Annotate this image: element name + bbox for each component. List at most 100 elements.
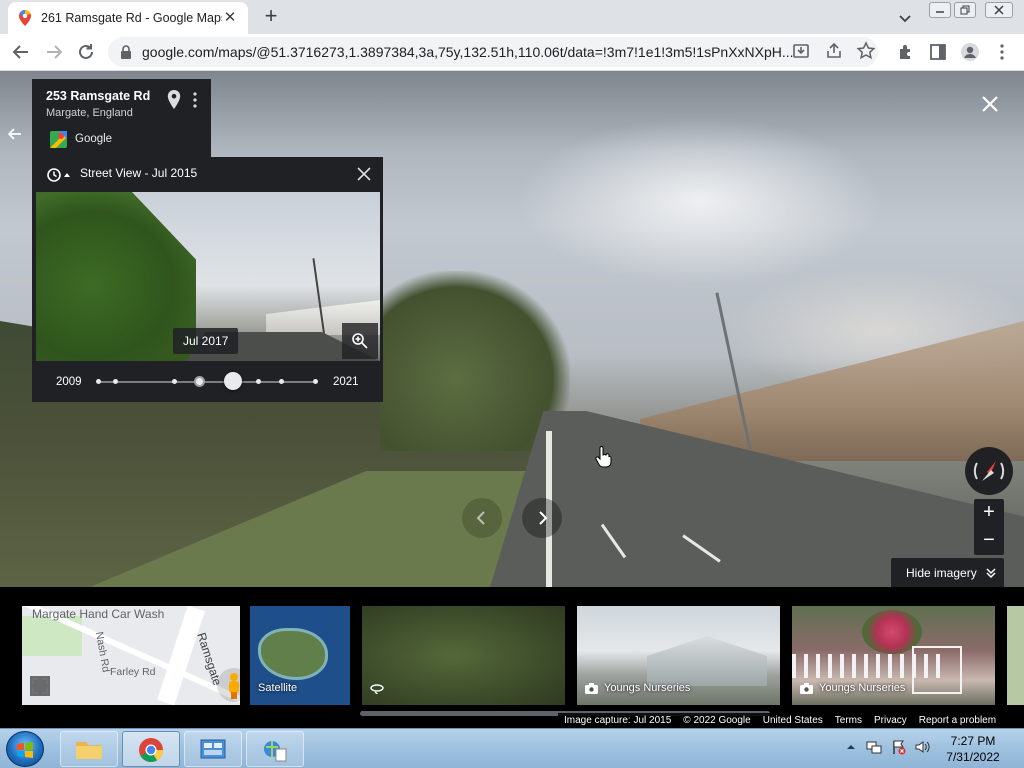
copyright-text: © 2022 Google (683, 715, 751, 726)
timeline-current-capture[interactable] (194, 376, 205, 387)
bookmark-star-icon[interactable] (856, 41, 876, 61)
image-capture-date: Image capture: Jul 2015 (564, 715, 672, 726)
pegman-icon (229, 673, 239, 699)
browser-tab-strip: 261 Ramsgate Rd - Google Maps ✕ + (0, 0, 1024, 34)
back-arrow-icon[interactable] (10, 41, 32, 63)
timeline-start-year: 2009 (56, 376, 82, 388)
satellite-label: Satellite (258, 682, 298, 694)
photo-caption (370, 684, 390, 694)
taskbar-control-panel[interactable] (184, 731, 242, 767)
close-window-button[interactable] (985, 2, 1013, 18)
close-street-view-icon[interactable] (979, 93, 1001, 115)
timeline-stop[interactable] (96, 379, 101, 384)
install-app-icon[interactable] (791, 41, 811, 61)
new-tab-button[interactable]: + (259, 5, 283, 29)
address-title: 253 Ramsgate Rd (46, 89, 151, 103)
map-pin-icon[interactable] (166, 90, 182, 110)
map-thumbnail[interactable]: Margate Hand Car Wash Nash Rd Farley Rd … (22, 606, 240, 705)
photo-caption: Youngs Nurseries (800, 682, 905, 694)
globe-document-icon (264, 741, 287, 762)
taskbar-chrome[interactable] (122, 731, 180, 767)
imagery-filmstrip: Margate Hand Car Wash Nash Rd Farley Rd … (0, 587, 1024, 728)
chrome-icon (139, 738, 163, 763)
tab-search-chevron-icon[interactable] (895, 8, 915, 28)
start-button[interactable] (6, 731, 44, 767)
zoom-out-button[interactable]: − (974, 527, 1004, 554)
network-icon[interactable] (866, 739, 882, 755)
next-pano-button[interactable] (522, 498, 562, 538)
imagery-provider: Google (75, 133, 113, 145)
zoom-in-button[interactable]: + (974, 499, 1004, 526)
compass-icon (973, 461, 1005, 481)
report-problem-link[interactable]: Report a problem (913, 715, 1002, 726)
lock-icon (121, 45, 131, 59)
extensions-puzzle-icon[interactable] (896, 42, 916, 62)
close-tab-icon[interactable]: ✕ (222, 10, 238, 26)
greenhouse (647, 636, 767, 686)
tab-title: 261 Ramsgate Rd - Google Maps (41, 11, 222, 25)
windows-logo-icon (17, 742, 33, 758)
close-time-machine-icon[interactable] (355, 165, 373, 183)
selected-date-label: Jul 2017 (173, 328, 239, 354)
browser-tab[interactable]: 261 Ramsgate Rd - Google Maps ✕ (8, 2, 248, 34)
minimize-button[interactable] (929, 2, 951, 18)
camera-icon (585, 682, 598, 694)
country-link[interactable]: United States (757, 715, 829, 726)
clock-date: 7/31/2022 (946, 750, 1000, 764)
taskbar-file-explorer[interactable] (60, 731, 118, 767)
photo-thumbnail[interactable] (362, 606, 565, 705)
action-center-flag-icon[interactable] (891, 739, 907, 755)
share-icon[interactable] (824, 41, 844, 61)
browser-toolbar: google.com/maps/@51.3716273,1.3897384,3a… (0, 34, 1024, 71)
photo-caption: Youngs Nurseries (585, 682, 690, 694)
restore-button[interactable] (954, 2, 976, 18)
hide-imagery-button[interactable]: Hide imagery (891, 558, 1004, 588)
side-panel-icon[interactable] (928, 42, 948, 62)
map-road (157, 606, 205, 705)
control-panel-icon (200, 739, 226, 759)
timeline-stop[interactable] (313, 379, 318, 384)
photo-thumbnail[interactable] (1007, 606, 1024, 705)
profile-avatar-icon[interactable] (960, 42, 980, 62)
volume-icon[interactable] (914, 739, 930, 755)
timeline-stop[interactable] (113, 379, 118, 384)
more-options-icon[interactable] (192, 91, 198, 109)
timeline-stop[interactable] (172, 379, 177, 384)
address-subtitle: Margate, England (46, 107, 133, 119)
preview-trees (36, 192, 196, 361)
google-maps-pin-icon (19, 10, 31, 26)
photo-thumbnail[interactable]: Youngs Nurseries (792, 606, 995, 705)
system-clock[interactable]: 7:27 PM 7/31/2022 (930, 733, 1016, 765)
address-card: 253 Ramsgate Rd Margate, England Google (32, 79, 211, 157)
history-clock-icon[interactable] (46, 167, 72, 183)
timeline-stop[interactable] (279, 379, 284, 384)
compass-button[interactable] (965, 447, 1013, 495)
show-hidden-icons-icon[interactable] (843, 739, 859, 755)
satellite-thumbnail[interactable]: Satellite (250, 606, 350, 705)
browser-menu-icon[interactable] (992, 42, 1012, 62)
privacy-link[interactable]: Privacy (868, 715, 913, 726)
address-bar[interactable]: google.com/maps/@51.3716273,1.3897384,3a… (108, 37, 878, 67)
street-view-time-machine: Street View - Jul 2015 Jul 2017 2009 202… (32, 157, 383, 402)
exit-street-view-back-icon[interactable] (6, 125, 24, 143)
previous-pano-button[interactable] (462, 498, 502, 538)
folder-icon (76, 742, 102, 759)
hand-cursor-icon (595, 446, 612, 468)
terms-link[interactable]: Terms (829, 715, 868, 726)
pegman[interactable] (217, 668, 240, 702)
zoom-controls: + − (974, 499, 1004, 555)
taskbar-network-app[interactable] (246, 731, 304, 767)
forward-arrow-icon[interactable] (43, 41, 65, 63)
zoom-magnifier-icon (352, 333, 368, 349)
google-maps-logo-icon (50, 131, 67, 148)
reload-icon[interactable] (75, 41, 97, 63)
url-text: google.com/maps/@51.3716273,1.3897384,3a… (142, 44, 794, 60)
photo-caption-text: Youngs Nurseries (819, 682, 906, 694)
map-street-label: Farley Rd (110, 666, 156, 678)
preview-zoom-button[interactable] (342, 323, 378, 359)
expand-map-icon[interactable] (30, 676, 50, 696)
photo-thumbnail[interactable]: Youngs Nurseries (577, 606, 780, 705)
timeline-slider-handle[interactable] (224, 372, 243, 390)
timeline-stop[interactable] (256, 379, 261, 384)
chevrons-down-icon (986, 568, 996, 579)
